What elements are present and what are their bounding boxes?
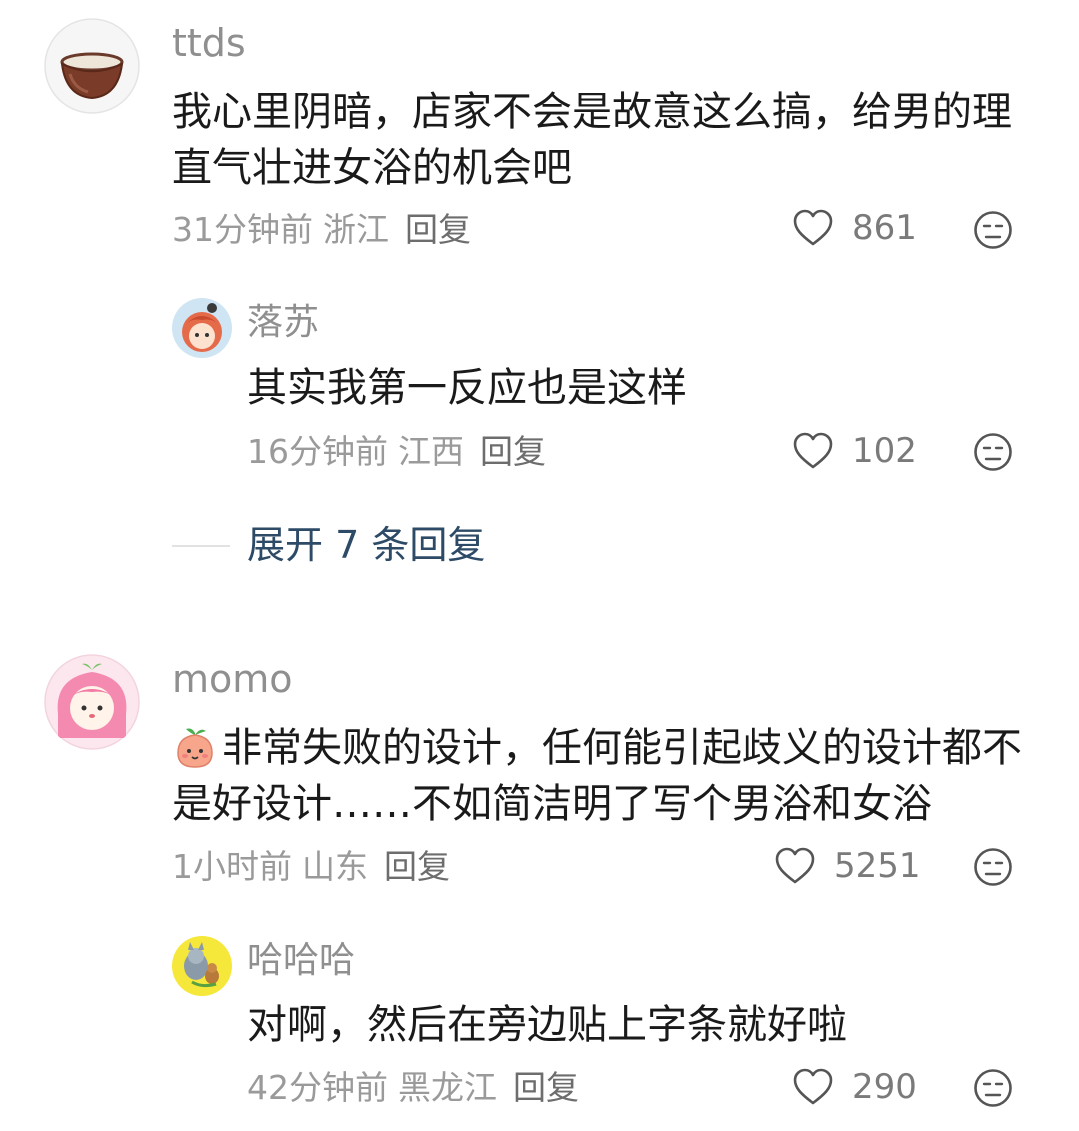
comment-meta: 31分钟前 浙江 回复 <box>172 213 471 246</box>
expand-divider <box>172 545 230 547</box>
pink-hair-girl-icon <box>44 654 140 750</box>
like-count: 5251 <box>834 846 921 886</box>
expand-replies-button[interactable]: 展开 7 条回复 <box>247 526 485 564</box>
comment-text: 我心里阴暗，店家不会是故意这么搞，给男的理直气壮进女浴的机会吧 <box>172 89 1012 191</box>
reply-username[interactable]: 哈哈哈 <box>247 943 355 979</box>
comment-region: 浙江 <box>323 210 389 249</box>
avatar[interactable] <box>172 298 232 358</box>
avatar[interactable] <box>172 936 232 996</box>
comment-text: 非常失败的设计，任何能引起歧义的设计都不是好设计……不如简洁明了写个男浴和女浴 <box>172 725 1022 827</box>
like-button[interactable]: 290 <box>792 1067 917 1107</box>
like-count: 861 <box>852 208 917 248</box>
reply-username[interactable]: 落苏 <box>247 305 319 341</box>
coconut-bowl-icon <box>44 18 140 114</box>
reply-time: 16分钟前 <box>247 432 388 471</box>
comment-username[interactable]: momo <box>172 660 293 698</box>
reply-meta: 42分钟前 黑龙江 回复 <box>247 1071 579 1104</box>
reply-button[interactable]: 回复 <box>384 847 450 886</box>
reply-region: 江西 <box>398 432 464 471</box>
comment-time: 31分钟前 <box>172 210 313 249</box>
reply-button[interactable]: 回复 <box>405 210 471 249</box>
heart-outline-icon <box>792 208 834 248</box>
cartoon-cat-mouse-icon <box>172 936 232 996</box>
like-count: 102 <box>852 431 917 471</box>
reply-text: 其实我第一反应也是这样 <box>247 365 687 411</box>
anime-girl-icon <box>172 298 232 358</box>
dislike-button[interactable] <box>973 432 1013 476</box>
unamused-face-icon <box>973 1069 1013 1112</box>
dislike-button[interactable] <box>973 1068 1013 1112</box>
reply-button[interactable]: 回复 <box>480 432 546 471</box>
unamused-face-icon <box>973 211 1013 254</box>
unamused-face-icon <box>973 848 1013 891</box>
comment-username[interactable]: ttds <box>172 24 246 62</box>
comment-meta: 1小时前 山东 回复 <box>172 850 450 883</box>
reply-region: 黑龙江 <box>398 1068 497 1107</box>
heart-outline-icon <box>792 431 834 471</box>
dislike-button[interactable] <box>973 847 1013 891</box>
avatar[interactable] <box>44 18 140 114</box>
like-count: 290 <box>852 1067 917 1107</box>
reply-text: 对啊，然后在旁边贴上字条就好啦 <box>247 1002 847 1048</box>
heart-outline-icon <box>774 846 816 886</box>
comment-region: 山东 <box>302 847 368 886</box>
like-button[interactable]: 102 <box>792 431 917 471</box>
comment-time: 1小时前 <box>172 847 292 886</box>
heart-outline-icon <box>792 1067 834 1107</box>
reply-time: 42分钟前 <box>247 1068 388 1107</box>
dislike-button[interactable] <box>973 210 1013 254</box>
reply-button[interactable]: 回复 <box>513 1068 579 1107</box>
like-button[interactable]: 5251 <box>774 846 921 886</box>
reply-meta: 16分钟前 江西 回复 <box>247 435 546 468</box>
like-button[interactable]: 861 <box>792 208 917 248</box>
avatar[interactable] <box>44 654 140 750</box>
unamused-face-icon <box>973 433 1013 476</box>
